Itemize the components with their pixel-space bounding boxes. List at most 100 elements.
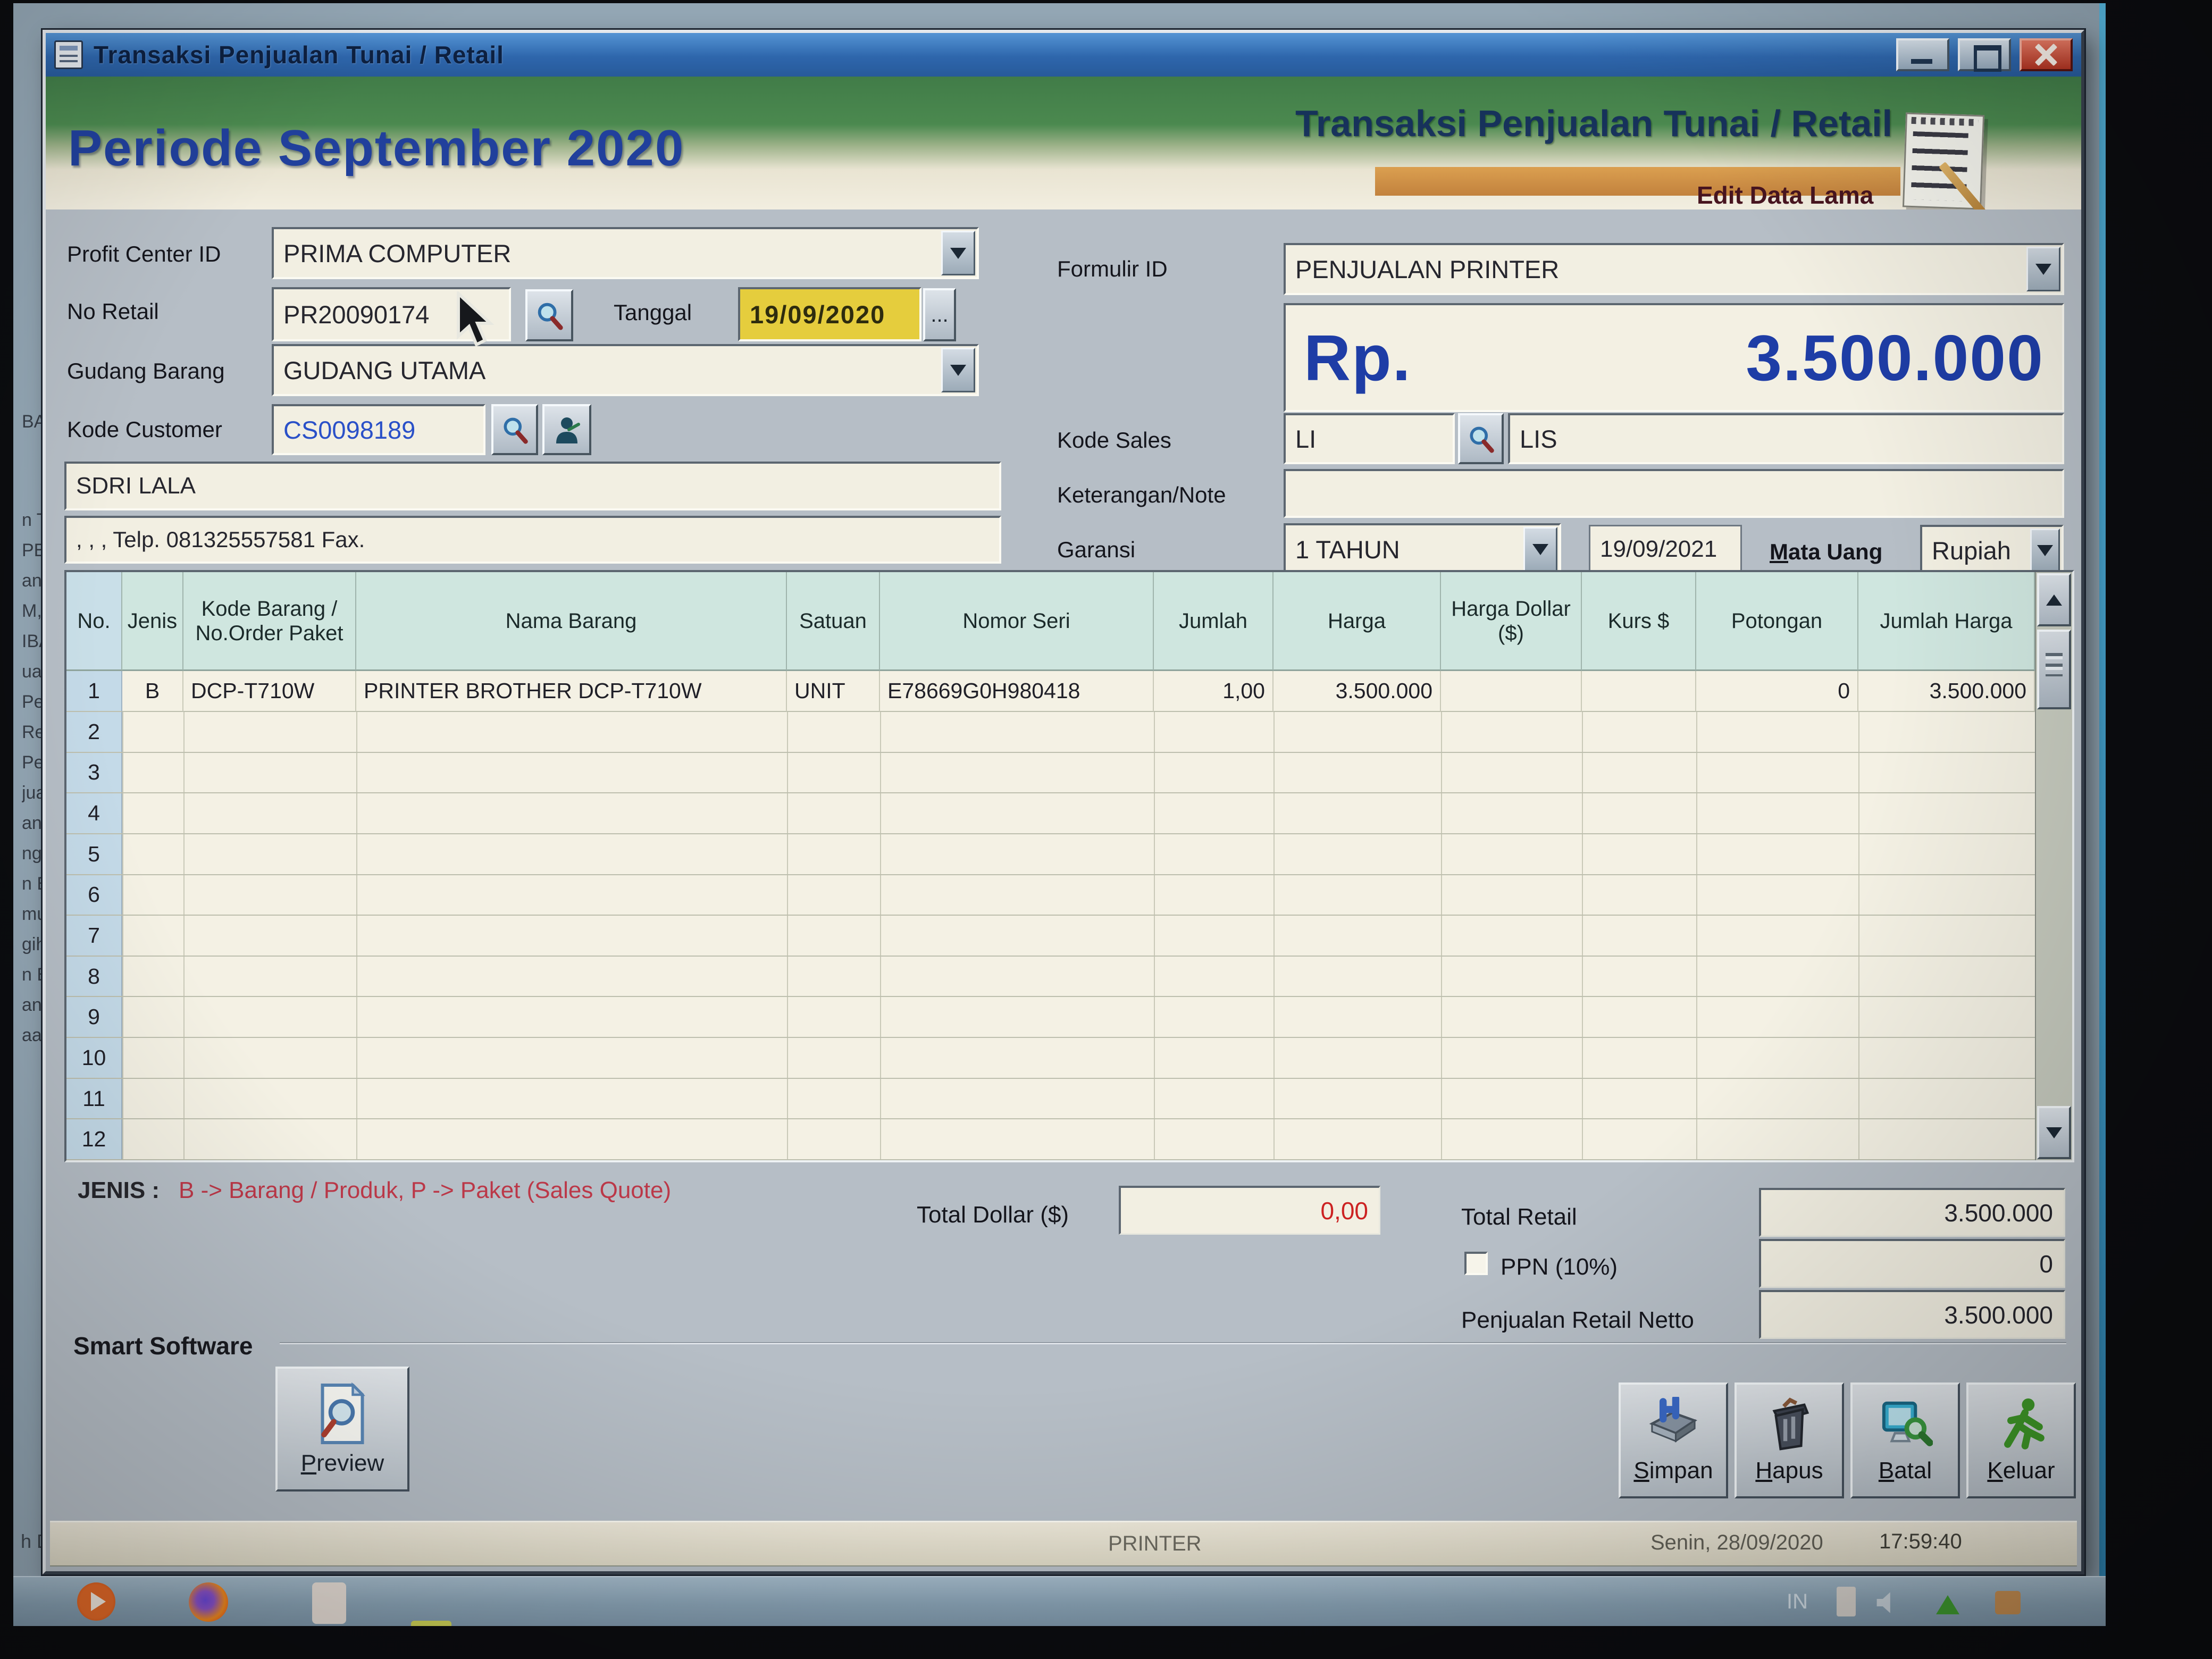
- chevron-down-icon[interactable]: [2026, 247, 2060, 291]
- media-player-icon[interactable]: [77, 1582, 115, 1621]
- hapus-button[interactable]: Hapus: [1735, 1382, 1844, 1498]
- garansi-until-field[interactable]: 19/09/2021: [1589, 525, 1742, 574]
- profit-center-combobox[interactable]: PRIMA COMPUTER: [272, 227, 979, 279]
- ppn-checkbox[interactable]: [1464, 1252, 1488, 1275]
- cell-seri: E78669G0H980418: [880, 671, 1154, 712]
- table-row[interactable]: 1 B DCP-T710W PRINTER BROTHER DCP-T710W …: [66, 671, 2035, 712]
- table-row[interactable]: 7: [66, 916, 2035, 957]
- tray-up-arrow-icon[interactable]: [1936, 1595, 1959, 1614]
- edit-data-lama-label: Edit Data Lama: [1697, 181, 1873, 210]
- table-row[interactable]: 6: [66, 875, 2035, 916]
- amount-display: Rp. 3.500.000: [1284, 303, 2064, 412]
- scroll-up-button[interactable]: [2037, 573, 2071, 626]
- total-retail-field: 3.500.000: [1759, 1188, 2065, 1237]
- sales-search-button[interactable]: [1458, 413, 1504, 464]
- search-icon: [500, 415, 530, 445]
- simpan-label: Simpan: [1633, 1457, 1713, 1484]
- volume-icon[interactable]: [1874, 1588, 1904, 1618]
- profit-center-value: PRIMA COMPUTER: [283, 239, 511, 268]
- currency-prefix: Rp.: [1304, 321, 1412, 395]
- customer-contact-field[interactable]: , , , Telp. 081325557581 Fax.: [64, 516, 1001, 564]
- chevron-down-icon[interactable]: [941, 348, 975, 392]
- customer-name-field[interactable]: SDRI LALA: [64, 462, 1001, 510]
- no-retail-search-button[interactable]: [525, 289, 573, 341]
- cell-jumlah-harga: 3.500.000: [1858, 671, 2035, 712]
- col-header-nama: Nama Barang: [356, 572, 787, 671]
- cell-jumlah: 1,00: [1154, 671, 1273, 712]
- table-row[interactable]: 8: [66, 957, 2035, 998]
- table-row[interactable]: 10: [66, 1038, 2035, 1079]
- titlebar[interactable]: Transaksi Penjualan Tunai / Retail: [46, 33, 2081, 77]
- customer-contact-value: , , , Telp. 081325557581 Fax.: [76, 527, 365, 552]
- app-icon: [54, 40, 83, 69]
- customer-detail-button[interactable]: [542, 404, 591, 455]
- row-number: 5: [66, 834, 122, 874]
- preview-label: Preview: [301, 1450, 384, 1477]
- simpan-button[interactable]: Simpan: [1619, 1382, 1728, 1498]
- monitor-screen: BA n T PE an M, IBA ual Pe Re Pe jua ang…: [13, 3, 2106, 1626]
- gudang-combobox[interactable]: GUDANG UTAMA: [272, 344, 979, 396]
- batal-button[interactable]: Batal: [1850, 1382, 1960, 1498]
- profit-center-label: Profit Center ID: [67, 241, 221, 267]
- table-row[interactable]: 2: [66, 712, 2035, 753]
- col-header-jumlah-harga: Jumlah Harga: [1858, 572, 2035, 671]
- table-row[interactable]: 9: [66, 997, 2035, 1038]
- tray-battery-icon[interactable]: [1837, 1587, 1856, 1616]
- netto-field: 3.500.000: [1759, 1290, 2065, 1339]
- gudang-value: GUDANG UTAMA: [283, 356, 485, 385]
- scroll-down-button[interactable]: [2037, 1106, 2071, 1159]
- customer-search-button[interactable]: [491, 404, 538, 455]
- taskbar-app-icon[interactable]: [312, 1582, 346, 1624]
- tanggal-input[interactable]: 19/09/2020: [738, 287, 921, 341]
- language-indicator[interactable]: IN: [1787, 1590, 1808, 1614]
- page-title: Periode September 2020: [68, 119, 684, 178]
- tray-app-icon[interactable]: [1995, 1591, 2021, 1614]
- table-row[interactable]: 3: [66, 753, 2035, 794]
- person-icon: [551, 414, 583, 446]
- taskbar[interactable]: IN: [13, 1576, 2106, 1626]
- maximize-button[interactable]: [1958, 38, 2011, 71]
- sales-name-value: LIS: [1520, 424, 1557, 454]
- table-row[interactable]: 11: [66, 1079, 2035, 1120]
- amount-value: 3.500.000: [1746, 321, 2044, 395]
- formulir-value: PENJUALAN PRINTER: [1295, 255, 1559, 284]
- monitor-search-icon: [1878, 1397, 1933, 1452]
- status-bar: PRINTER Senin, 28/09/2020 17:59:40: [50, 1521, 2077, 1566]
- formulir-combobox[interactable]: PENJUALAN PRINTER: [1284, 243, 2064, 295]
- cell-harga-dollar: [1441, 671, 1582, 712]
- ppn-label: PPN (10%): [1501, 1254, 1618, 1280]
- row-number: 7: [66, 916, 122, 956]
- garansi-combobox[interactable]: 1 TAHUN: [1284, 523, 1561, 575]
- chevron-down-icon[interactable]: [1523, 527, 1557, 572]
- arrow-up-icon: [2046, 594, 2062, 606]
- tanggal-picker-button[interactable]: ...: [923, 288, 956, 341]
- keterangan-label: Keterangan/Note: [1057, 482, 1226, 508]
- table-scrollbar[interactable]: [2035, 572, 2072, 1160]
- scrollbar-thumb[interactable]: [2037, 630, 2071, 709]
- mata-uang-combobox[interactable]: Rupiah: [1920, 525, 2064, 576]
- screen-edge: [2099, 3, 2106, 1626]
- firefox-icon[interactable]: [189, 1582, 228, 1622]
- row-number: 10: [66, 1038, 122, 1078]
- keluar-button[interactable]: Keluar: [1966, 1382, 2076, 1498]
- total-retail-value: 3.500.000: [1944, 1199, 2053, 1227]
- kode-customer-input[interactable]: CS0098189: [272, 404, 485, 455]
- minimize-button[interactable]: [1896, 38, 1949, 71]
- table-row[interactable]: 12: [66, 1119, 2035, 1160]
- close-button[interactable]: [2020, 38, 2073, 71]
- cell-kode: DCP-T710W: [183, 671, 356, 712]
- cube-app-icon[interactable]: [411, 1621, 451, 1626]
- table-row[interactable]: 4: [66, 793, 2035, 834]
- batal-label: Batal: [1879, 1457, 1932, 1484]
- kode-sales-input[interactable]: LI: [1284, 413, 1455, 464]
- chevron-down-icon[interactable]: [941, 231, 975, 275]
- chevron-down-icon[interactable]: [2030, 529, 2060, 572]
- no-retail-value: PR20090174: [283, 300, 429, 329]
- netto-value: 3.500.000: [1944, 1301, 2053, 1329]
- preview-button[interactable]: Preview: [275, 1367, 409, 1492]
- status-time: 17:59:40: [1879, 1530, 1962, 1554]
- keterangan-input[interactable]: [1284, 469, 2064, 518]
- arrow-down-icon: [2046, 1127, 2062, 1138]
- sales-name-field[interactable]: LIS: [1508, 413, 2064, 464]
- table-row[interactable]: 5: [66, 834, 2035, 875]
